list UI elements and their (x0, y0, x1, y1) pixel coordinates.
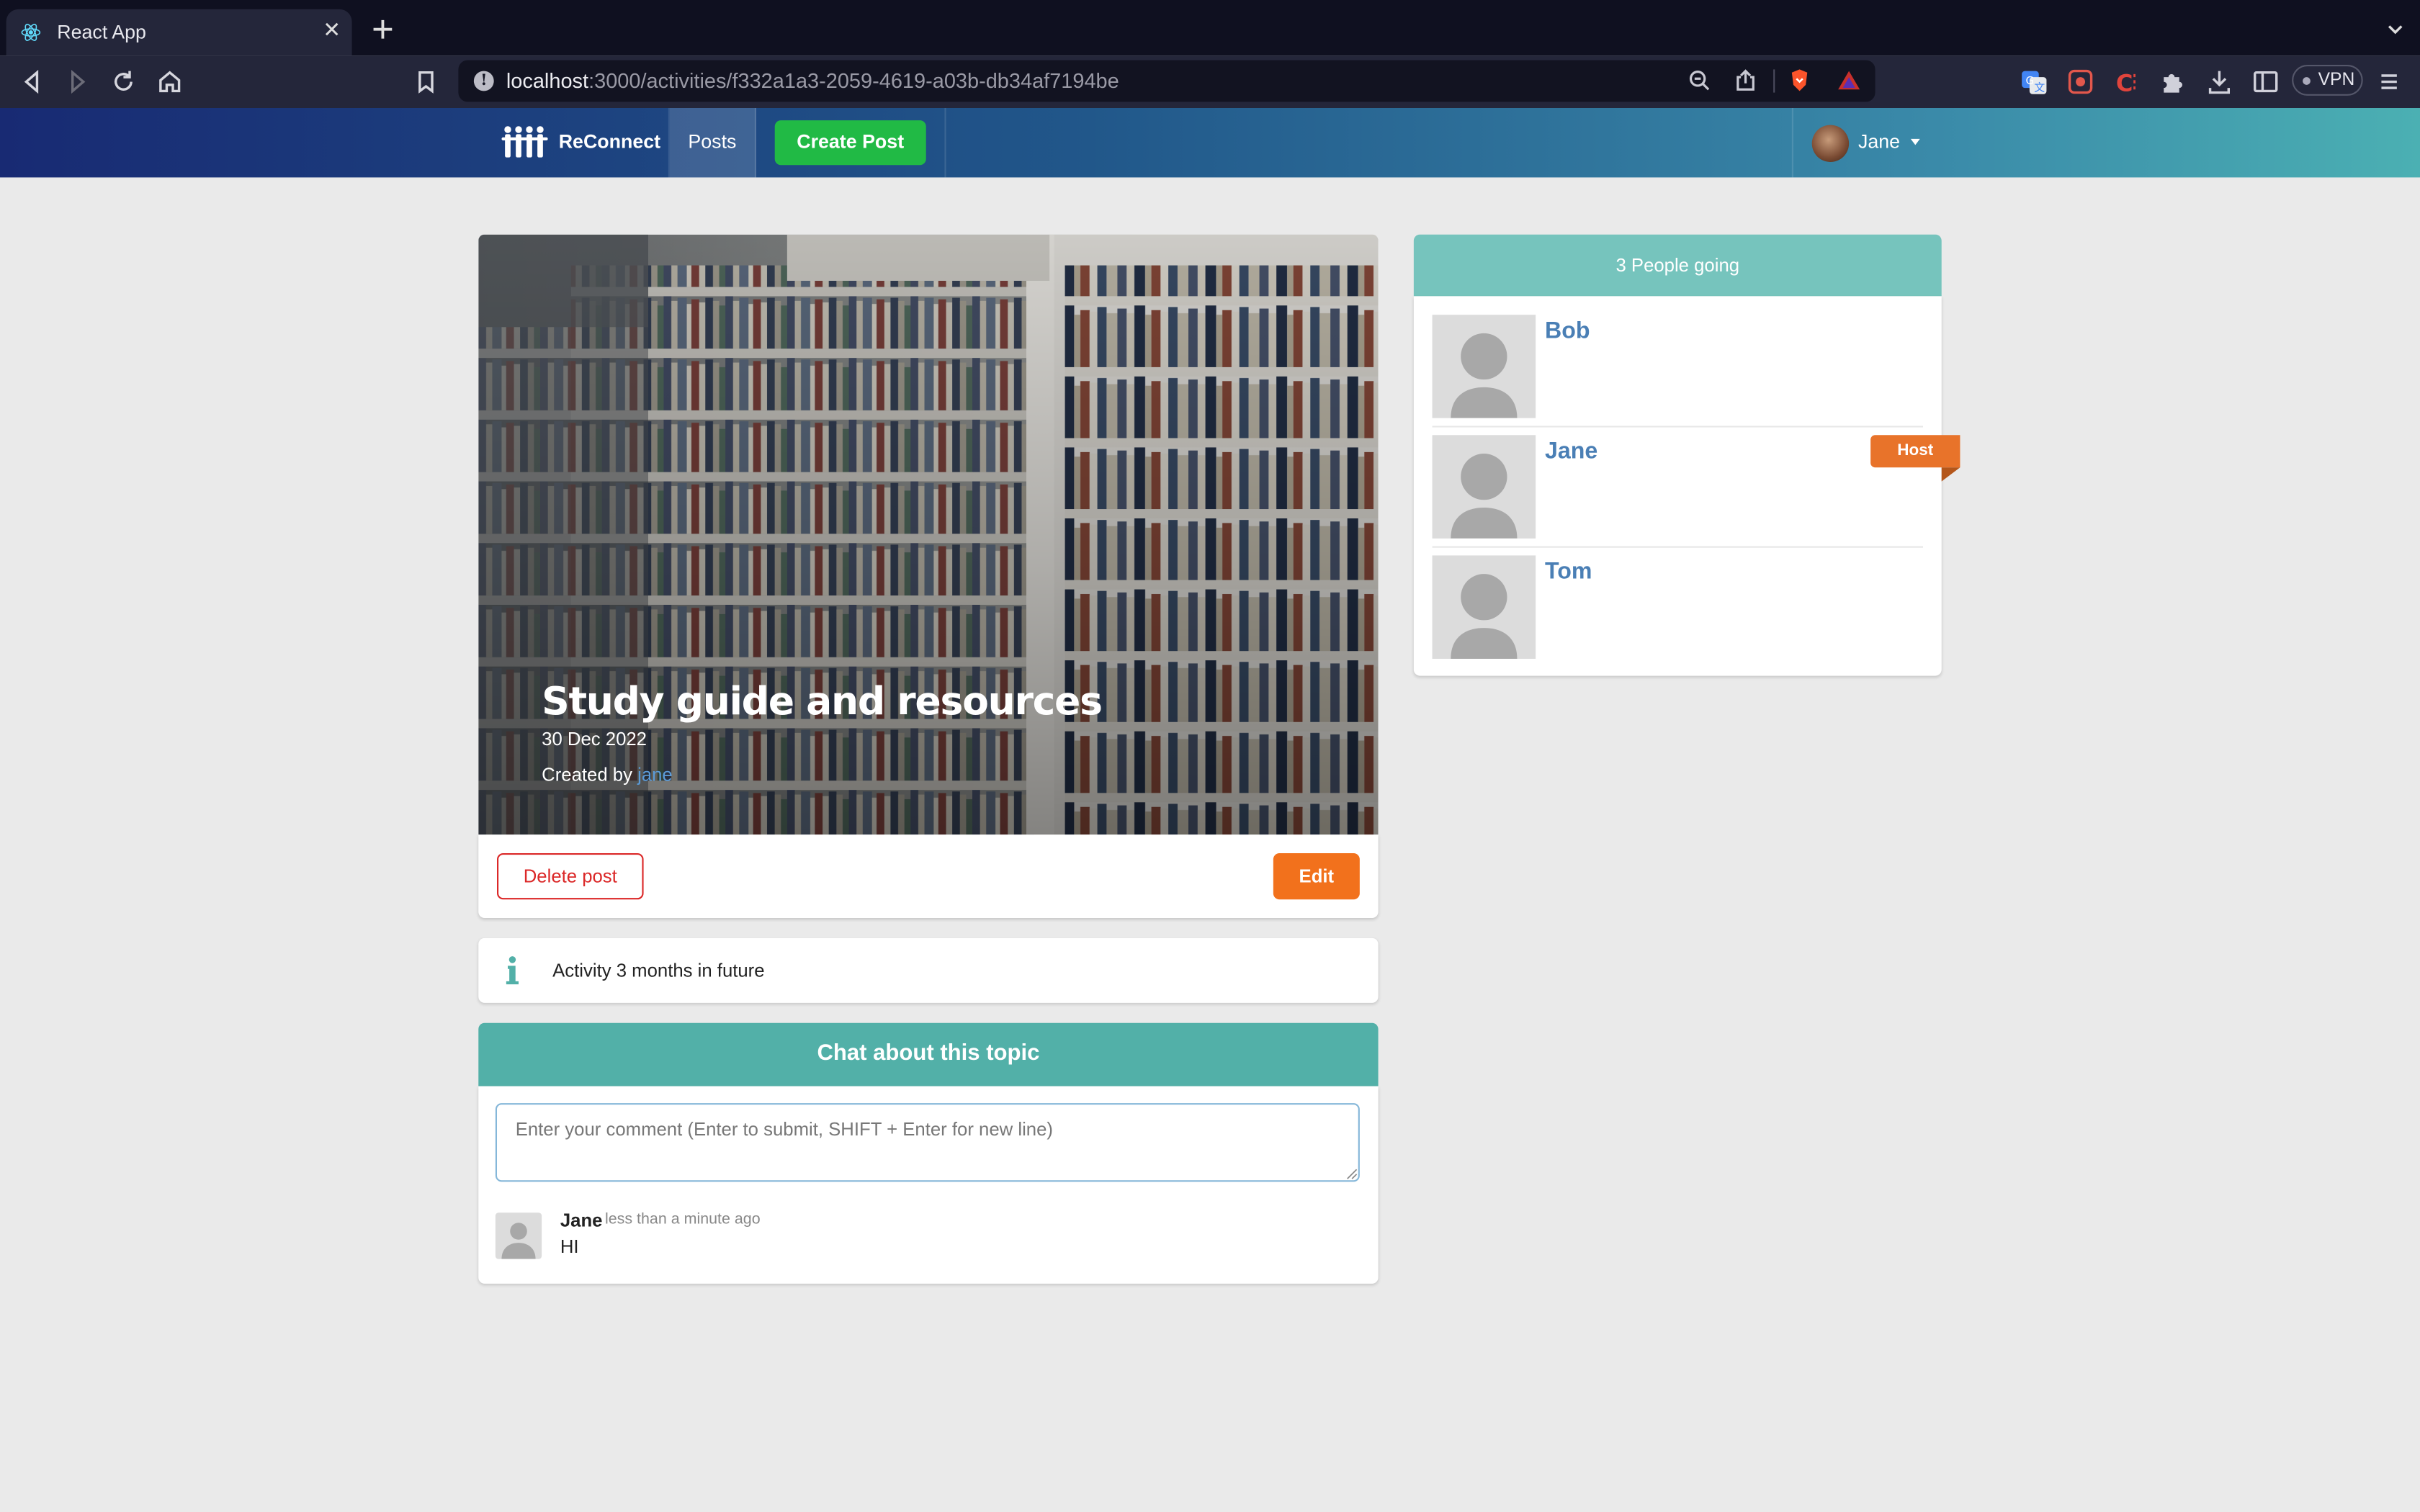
comment-avatar (495, 1212, 542, 1259)
delete-post-button[interactable]: Delete post (497, 853, 644, 900)
chat-header: Chat about this topic (478, 1022, 1379, 1086)
translate-extension-icon[interactable]: G文 (2020, 68, 2048, 96)
attendee-avatar (1432, 555, 1536, 659)
back-icon[interactable] (19, 68, 47, 96)
react-icon (21, 24, 41, 41)
attendee-name[interactable]: Bob (1545, 318, 1590, 343)
share-icon[interactable] (1733, 68, 1757, 92)
divider (1432, 426, 1923, 428)
activity-date: 30 Dec 2022 (542, 728, 647, 750)
browser-tab-strip: React App ✕ (0, 0, 2420, 56)
activity-host-line: Created by jane (542, 764, 673, 786)
brand-link[interactable]: ReConnect (482, 108, 670, 178)
url-divider (1773, 69, 1775, 93)
comment-input[interactable] (495, 1103, 1360, 1182)
brave-shield-icon[interactable] (1787, 68, 1811, 92)
attendee-avatar (1432, 315, 1536, 418)
home-icon[interactable] (156, 68, 184, 96)
comment-timestamp: less than a minute ago (605, 1211, 761, 1228)
comment-text: HI (560, 1236, 579, 1258)
user-placeholder-icon (1451, 454, 1518, 539)
reconnect-logo-icon (501, 126, 548, 158)
create-post-button[interactable]: Create Post (774, 120, 926, 166)
attendee-name[interactable]: Tom (1545, 559, 1592, 585)
dropdown-caret-icon (1910, 138, 1920, 145)
host-profile-link[interactable]: jane (637, 764, 673, 786)
address-bar[interactable]: ! localhost:3000/activities/f332a1a3-205… (458, 60, 1876, 102)
menu-icon[interactable] (2375, 68, 2403, 96)
user-dropdown[interactable]: Jane (1791, 108, 1939, 178)
app-navbar: ReConnect Posts Create Post Jane (0, 108, 2420, 178)
activity-header: Study guide and resources 30 Dec 2022 Cr… (478, 234, 1379, 835)
url-text[interactable]: localhost:3000/activities/f332a1a3-2059-… (506, 69, 1119, 92)
info-icon (506, 956, 519, 985)
resize-handle-icon[interactable] (1346, 1168, 1358, 1180)
extension-icon[interactable] (2066, 68, 2094, 96)
attendee-item: Bob (1432, 315, 1923, 435)
zoom-icon[interactable] (1687, 68, 1711, 92)
nav-posts-link[interactable]: Posts (670, 108, 756, 178)
attendees-list: Bob Jane Tom (1413, 296, 1942, 676)
user-placeholder-icon (501, 1223, 536, 1259)
chat-panel: Jane less than a minute ago HI (478, 1086, 1379, 1284)
browser-tab[interactable]: React App ✕ (6, 9, 352, 56)
comment-author[interactable]: Jane (560, 1210, 603, 1231)
site-info-icon[interactable]: ! (473, 71, 494, 91)
downloads-icon[interactable] (2205, 68, 2233, 96)
svg-text:G: G (2026, 74, 2035, 87)
c-extension-icon[interactable]: C (2113, 68, 2141, 96)
tab-title: React App (57, 22, 146, 43)
activity-info-segment: Activity 3 months in future (478, 937, 1379, 1003)
brave-rewards-icon[interactable] (1837, 68, 1861, 92)
sidebar-toggle-icon[interactable] (2251, 68, 2280, 96)
user-avatar (1811, 125, 1850, 162)
reload-icon[interactable] (109, 68, 138, 96)
tab-list-chevron-icon[interactable] (2386, 20, 2405, 39)
brand-name: ReConnect (558, 131, 661, 153)
host-badge: Host (1870, 435, 1960, 468)
user-placeholder-icon (1451, 574, 1518, 659)
attendee-name[interactable]: Jane (1545, 438, 1597, 464)
activity-title: Study guide and resources (542, 678, 1103, 724)
activity-info-text: Activity 3 months in future (552, 959, 765, 981)
svg-text:C: C (2116, 69, 2133, 95)
new-tab-icon[interactable] (370, 17, 395, 42)
comment-item: Jane less than a minute ago HI (495, 1210, 1360, 1272)
user-placeholder-icon (1451, 333, 1518, 418)
user-name: Jane (1858, 131, 1901, 153)
svg-text:文: 文 (2034, 81, 2045, 94)
attendee-avatar (1432, 435, 1536, 539)
attendees-header: 3 People going (1413, 234, 1942, 297)
extensions-puzzle-icon[interactable] (2159, 68, 2187, 96)
attendee-item: Tom (1432, 555, 1923, 675)
attendee-item: Jane (1432, 435, 1923, 555)
browser-toolbar: ! localhost:3000/activities/f332a1a3-205… (0, 55, 2420, 108)
edit-button[interactable]: Edit (1273, 853, 1360, 900)
bookmark-icon[interactable] (412, 68, 440, 96)
created-by-label: Created by (542, 763, 638, 786)
forward-icon[interactable] (63, 68, 91, 96)
activity-actions: Delete post Edit (478, 834, 1379, 918)
divider (1432, 546, 1923, 548)
close-tab-icon[interactable]: ✕ (321, 19, 343, 40)
vpn-button[interactable]: VPN (2292, 65, 2363, 96)
nav-create-item: Create Post (756, 108, 946, 178)
